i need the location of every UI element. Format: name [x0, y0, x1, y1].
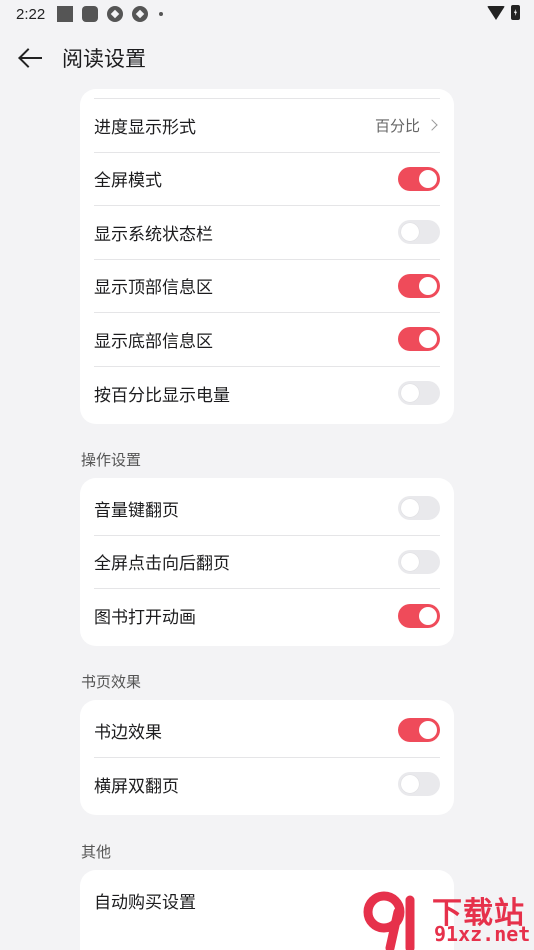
fullscreen-mode-toggle[interactable]: [398, 166, 440, 191]
landscape-double-page-row: 横屏双翻页: [94, 758, 440, 812]
section-title-page-effect: 书页效果: [81, 673, 142, 691]
back-arrow-icon[interactable]: [16, 43, 46, 73]
battery-percent-row: 按百分比显示电量: [94, 367, 440, 421]
section-title-operation: 操作设置: [81, 451, 142, 469]
battery-charging-icon: [511, 5, 520, 20]
toggle-knob: [401, 223, 419, 242]
row-label: 按百分比显示电量: [94, 385, 230, 406]
fullscreen-mode-row: 全屏模式: [94, 153, 440, 206]
tap-next-page-toggle[interactable]: [398, 549, 440, 574]
watermark: 下载站 91xz.net: [360, 884, 534, 950]
row-label: 进度显示形式: [94, 117, 196, 138]
row-label: 自动购买设置: [94, 893, 196, 914]
top-info-toggle[interactable]: [398, 273, 440, 298]
toggle-knob: [419, 721, 437, 740]
sync-icon: [107, 6, 124, 22]
toggle-knob: [419, 276, 437, 295]
volume-key-page-toggle[interactable]: [398, 496, 440, 521]
progress-display-value[interactable]: 百分比: [375, 115, 440, 136]
row-label: 显示顶部信息区: [94, 278, 213, 299]
row-label: 图书打开动画: [94, 608, 196, 629]
watermark-logo-icon: [363, 891, 415, 950]
book-open-animation-row: 图书打开动画: [94, 589, 440, 643]
system-status-bar-row: 显示系统状态栏: [94, 206, 440, 260]
status-time: 2:22: [16, 5, 46, 23]
status-right: [487, 5, 520, 20]
progress-display-row[interactable]: 进度显示形式 百分比: [94, 99, 440, 153]
row-label: 全屏点击向后翻页: [94, 554, 230, 575]
book-edge-effect-row: 书边效果: [94, 704, 440, 758]
toggle-knob: [401, 384, 419, 403]
status-bar: 2:22: [0, 0, 534, 28]
top-info-row: 显示顶部信息区: [94, 260, 440, 313]
toggle-knob: [419, 169, 437, 188]
row-label: 书边效果: [94, 722, 162, 743]
toggle-knob: [401, 499, 419, 518]
book-edge-effect-toggle[interactable]: [398, 718, 440, 743]
toggle-knob: [419, 606, 437, 625]
section-title-other: 其他: [81, 843, 112, 861]
row-label: 显示系统状态栏: [94, 224, 213, 245]
bottom-info-toggle[interactable]: [398, 327, 440, 352]
chevron-right-icon: [426, 119, 438, 131]
toggle-knob: [401, 775, 419, 794]
row-label: 显示底部信息区: [94, 331, 213, 352]
app-bar: 阅读设置: [0, 36, 534, 80]
system-status-bar-toggle[interactable]: [398, 220, 440, 245]
watermark-text-bottom: 91xz.net: [434, 922, 531, 946]
battery-percent-toggle[interactable]: [398, 381, 440, 406]
wifi-icon: [487, 5, 505, 20]
clipped-row: [94, 89, 440, 99]
bottom-info-row: 显示底部信息区: [94, 313, 440, 367]
more-notifications-icon: [159, 12, 164, 16]
toggle-knob: [419, 330, 437, 349]
row-label: 全屏模式: [94, 171, 162, 192]
volume-key-page-row: 音量键翻页: [94, 482, 440, 536]
page-title: 阅读设置: [62, 47, 146, 71]
row-label: 音量键翻页: [94, 500, 179, 521]
operation-settings-card: 音量键翻页 全屏点击向后翻页 图书打开动画: [80, 478, 454, 646]
book-open-animation-toggle[interactable]: [398, 603, 440, 628]
row-label: 横屏双翻页: [94, 776, 179, 797]
toggle-knob: [401, 552, 419, 571]
display-settings-card: 进度显示形式 百分比 全屏模式 显示系统状态栏 显示顶部信息区 显示底部信息区 …: [80, 89, 454, 424]
app-notification-icon: [82, 6, 99, 22]
notification-icon: [57, 6, 74, 22]
sync-icon-2: [132, 6, 149, 22]
page-effect-card: 书边效果 横屏双翻页: [80, 700, 454, 815]
landscape-double-page-toggle[interactable]: [398, 772, 440, 797]
tap-next-page-row: 全屏点击向后翻页: [94, 536, 440, 589]
